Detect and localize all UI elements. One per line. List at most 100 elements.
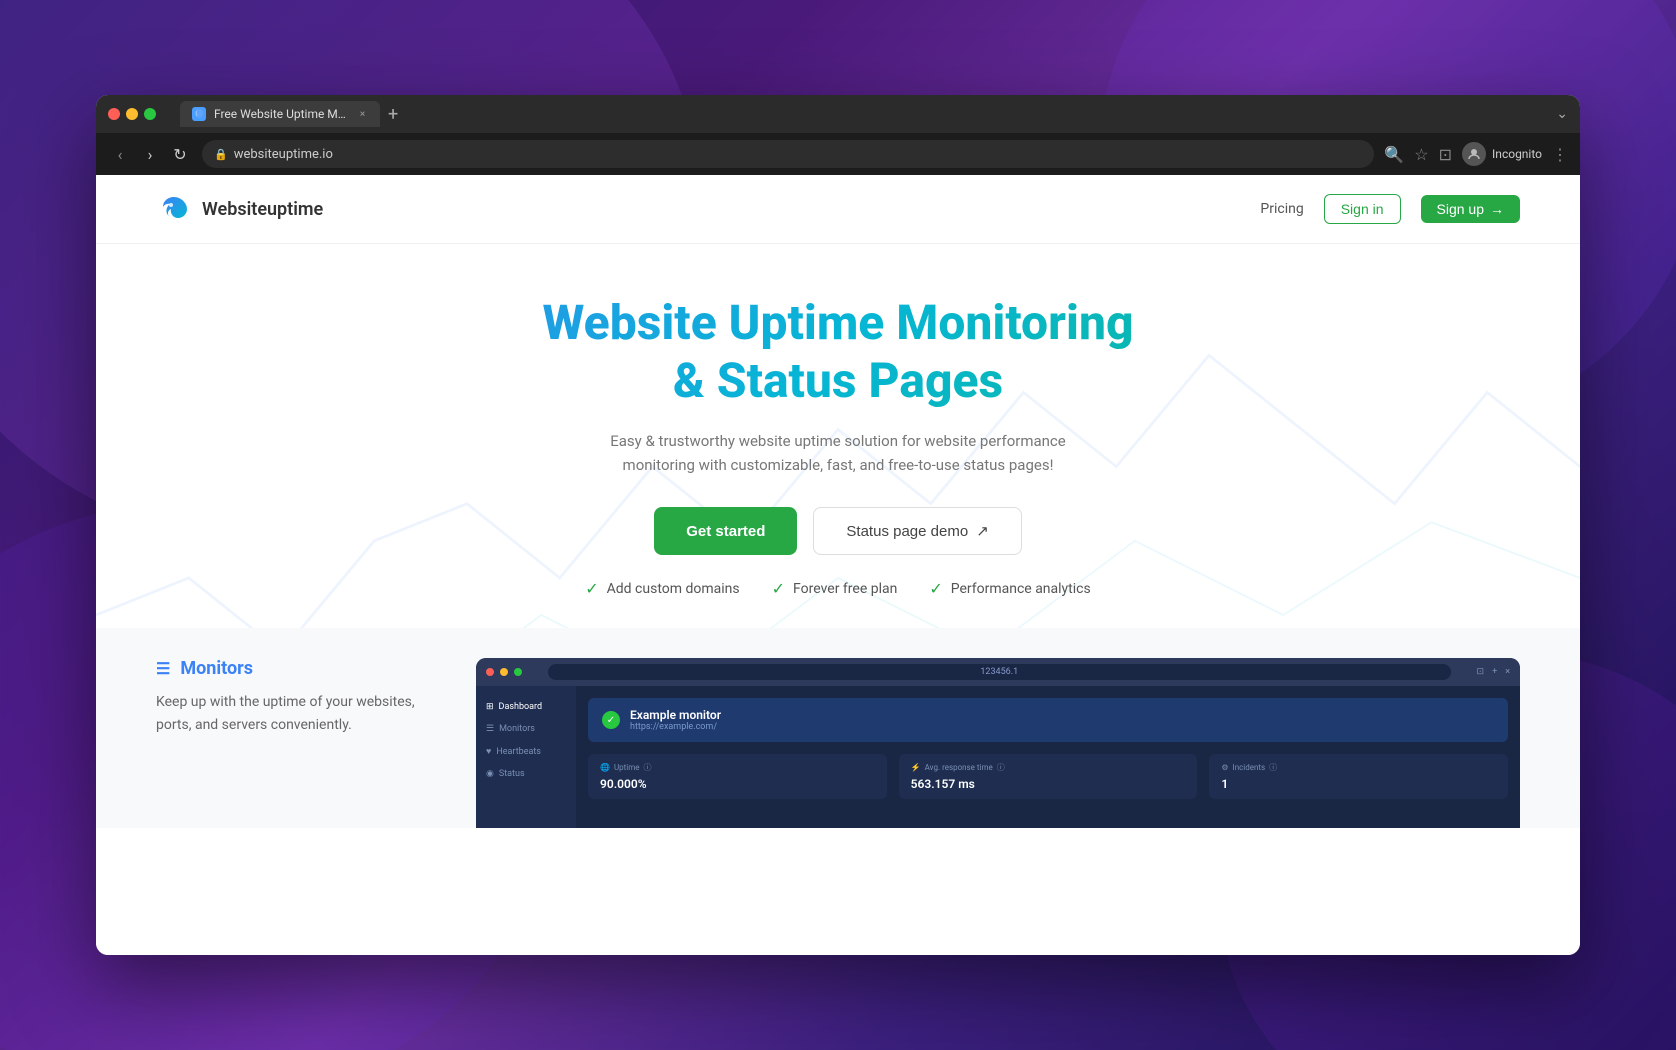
menu-icon[interactable]: ⋮	[1552, 145, 1568, 164]
title-bar: Free Website Uptime Monitorin... × + ⌄	[96, 95, 1580, 133]
bottom-section: ☰ Monitors Keep up with the uptime of yo…	[96, 628, 1580, 828]
preview-stat-uptime: 🌐 Uptime ⓘ 90.000%	[588, 754, 887, 799]
nav-buttons: ‹ › ↻	[108, 145, 192, 164]
back-button[interactable]: ‹	[108, 145, 132, 164]
feature-label-0: Add custom domains	[607, 581, 740, 597]
browser-actions: 🔍 ☆ ⊡ Incognito ⋮	[1384, 142, 1568, 166]
feature-label-1: Forever free plan	[793, 581, 897, 597]
arrow-icon: →	[1490, 201, 1504, 217]
preview-action-2: +	[1492, 667, 1497, 677]
check-icon-2: ✓	[929, 579, 942, 598]
incognito-icon	[1462, 142, 1486, 166]
get-started-button[interactable]: Get started	[654, 507, 797, 555]
feature-item-2: ✓ Performance analytics	[929, 579, 1090, 598]
monitors-icon: ☰	[156, 659, 170, 678]
browser-tab[interactable]: Free Website Uptime Monitorin... ×	[180, 101, 380, 127]
preview-action-3: ×	[1505, 667, 1510, 677]
preview-stat-response: ⚡ Avg. response time ⓘ 563.157 ms	[899, 754, 1198, 799]
preview-sidebar-monitors: ☰Monitors	[476, 718, 576, 740]
nav-links: Pricing Sign in Sign up →	[1260, 194, 1520, 224]
refresh-button[interactable]: ↻	[168, 145, 192, 164]
split-view-icon[interactable]: ⊡	[1439, 145, 1452, 164]
preview-sidebar-heartbeats: ♥Heartbeats	[476, 740, 576, 763]
preview-uptime-value: 90.000%	[600, 777, 875, 791]
site-nav: Websiteuptime Pricing Sign in Sign up →	[96, 175, 1580, 244]
address-bar: ‹ › ↻ 🔒 websiteuptime.io 🔍 ☆ ⊡ Incognito…	[96, 133, 1580, 175]
check-icon-0: ✓	[585, 579, 598, 598]
bookmark-icon[interactable]: ☆	[1414, 145, 1428, 164]
logo-area: Websiteuptime	[156, 191, 323, 227]
url-text: websiteuptime.io	[234, 147, 333, 162]
monitors-title: ☰ Monitors	[156, 658, 436, 679]
logo-text: Websiteuptime	[202, 199, 323, 220]
info-icon-2: ⓘ	[997, 762, 1005, 773]
preview-response-value: 563.157 ms	[911, 777, 1186, 791]
lightning-icon: ⚡	[911, 763, 921, 772]
website-content: Websiteuptime Pricing Sign in Sign up → …	[96, 175, 1580, 955]
hero-title-line2: & Status Pages	[673, 352, 1003, 409]
feature-label-2: Performance analytics	[951, 581, 1091, 597]
pricing-link[interactable]: Pricing	[1260, 201, 1303, 217]
hero-buttons: Get started Status page demo ↗	[156, 507, 1520, 555]
info-icon: ⓘ	[643, 762, 651, 773]
hero-subtitle: Easy & trustworthy website uptime soluti…	[598, 429, 1078, 477]
gear-icon: ⚙	[1221, 763, 1228, 772]
url-bar[interactable]: 🔒 websiteuptime.io	[202, 140, 1374, 168]
browser-window: Free Website Uptime Monitorin... × + ⌄ ‹…	[96, 95, 1580, 955]
info-icon-3: ⓘ	[1269, 762, 1277, 773]
features-list: ✓ Add custom domains ✓ Forever free plan…	[156, 579, 1520, 598]
new-tab-button[interactable]: +	[388, 104, 398, 125]
preview-sidebar: ⊞Dashboard ☰Monitors ♥Heartbeats ◉Status	[476, 686, 576, 828]
maximize-button[interactable]	[144, 108, 156, 120]
minimize-button[interactable]	[126, 108, 138, 120]
preview-stat-incidents: ⚙ Incidents ⓘ 1	[1209, 754, 1508, 799]
preview-monitor-url: https://example.com/	[630, 722, 721, 732]
lock-icon: 🔒	[214, 148, 228, 161]
check-icon-1: ✓	[772, 579, 785, 598]
globe-icon: 🌐	[600, 763, 610, 772]
incognito-badge: Incognito	[1462, 142, 1542, 166]
demo-button[interactable]: Status page demo ↗	[813, 507, 1021, 555]
monitors-info: ☰ Monitors Keep up with the uptime of yo…	[156, 658, 436, 828]
preview-incidents-value: 1	[1221, 777, 1496, 791]
feature-item-0: ✓ Add custom domains	[585, 579, 739, 598]
preview-monitor-header: ✓ Example monitor https://example.com/	[588, 698, 1508, 742]
monitors-title-text: Monitors	[180, 658, 253, 679]
preview-maximize-dot	[514, 668, 522, 676]
close-button[interactable]	[108, 108, 120, 120]
demo-label: Status page demo	[846, 523, 968, 540]
dashboard-preview: 123456.1 ⊡ + × ⊞Dashboard ☰Monitors	[476, 658, 1520, 828]
signup-label: Sign up	[1437, 201, 1484, 217]
window-controls: ⌄	[1556, 106, 1568, 122]
tab-favicon	[192, 107, 206, 121]
monitors-description: Keep up with the uptime of your websites…	[156, 691, 436, 736]
preview-stats: 🌐 Uptime ⓘ 90.000% ⚡ Avg. response time	[588, 754, 1508, 799]
preview-response-label: ⚡ Avg. response time ⓘ	[911, 762, 1186, 773]
preview-url-text: 123456.1	[980, 667, 1018, 677]
preview-sidebar-status: ◉Status	[476, 763, 576, 785]
hero-title-line1: Website Uptime Monitoring	[543, 294, 1134, 351]
search-icon[interactable]: 🔍	[1384, 145, 1404, 164]
logo-bird-icon	[156, 191, 192, 227]
preview-close-dot	[486, 668, 494, 676]
signin-button[interactable]: Sign in	[1324, 194, 1401, 224]
incognito-label: Incognito	[1492, 147, 1542, 161]
preview-monitor-name: Example monitor	[630, 708, 721, 722]
preview-uptime-label: 🌐 Uptime ⓘ	[600, 762, 875, 773]
preview-incidents-label: ⚙ Incidents ⓘ	[1221, 762, 1496, 773]
preview-titlebar: 123456.1 ⊡ + ×	[476, 658, 1520, 686]
tab-title: Free Website Uptime Monitorin...	[214, 107, 349, 121]
preview-body: ⊞Dashboard ☰Monitors ♥Heartbeats ◉Status	[476, 686, 1520, 828]
external-link-icon: ↗	[976, 522, 989, 540]
feature-item-1: ✓ Forever free plan	[772, 579, 898, 598]
preview-action-1: ⊡	[1477, 667, 1485, 677]
tab-bar: Free Website Uptime Monitorin... × +	[180, 101, 398, 127]
preview-minimize-dot	[500, 668, 508, 676]
tab-close-icon[interactable]: ×	[357, 109, 368, 120]
preview-url-bar: 123456.1	[548, 664, 1451, 680]
traffic-lights	[108, 108, 156, 120]
preview-main: ✓ Example monitor https://example.com/ 🌐	[576, 686, 1520, 828]
signup-button[interactable]: Sign up →	[1421, 195, 1520, 223]
forward-button[interactable]: ›	[138, 145, 162, 164]
preview-sidebar-dashboard: ⊞Dashboard	[476, 696, 576, 718]
